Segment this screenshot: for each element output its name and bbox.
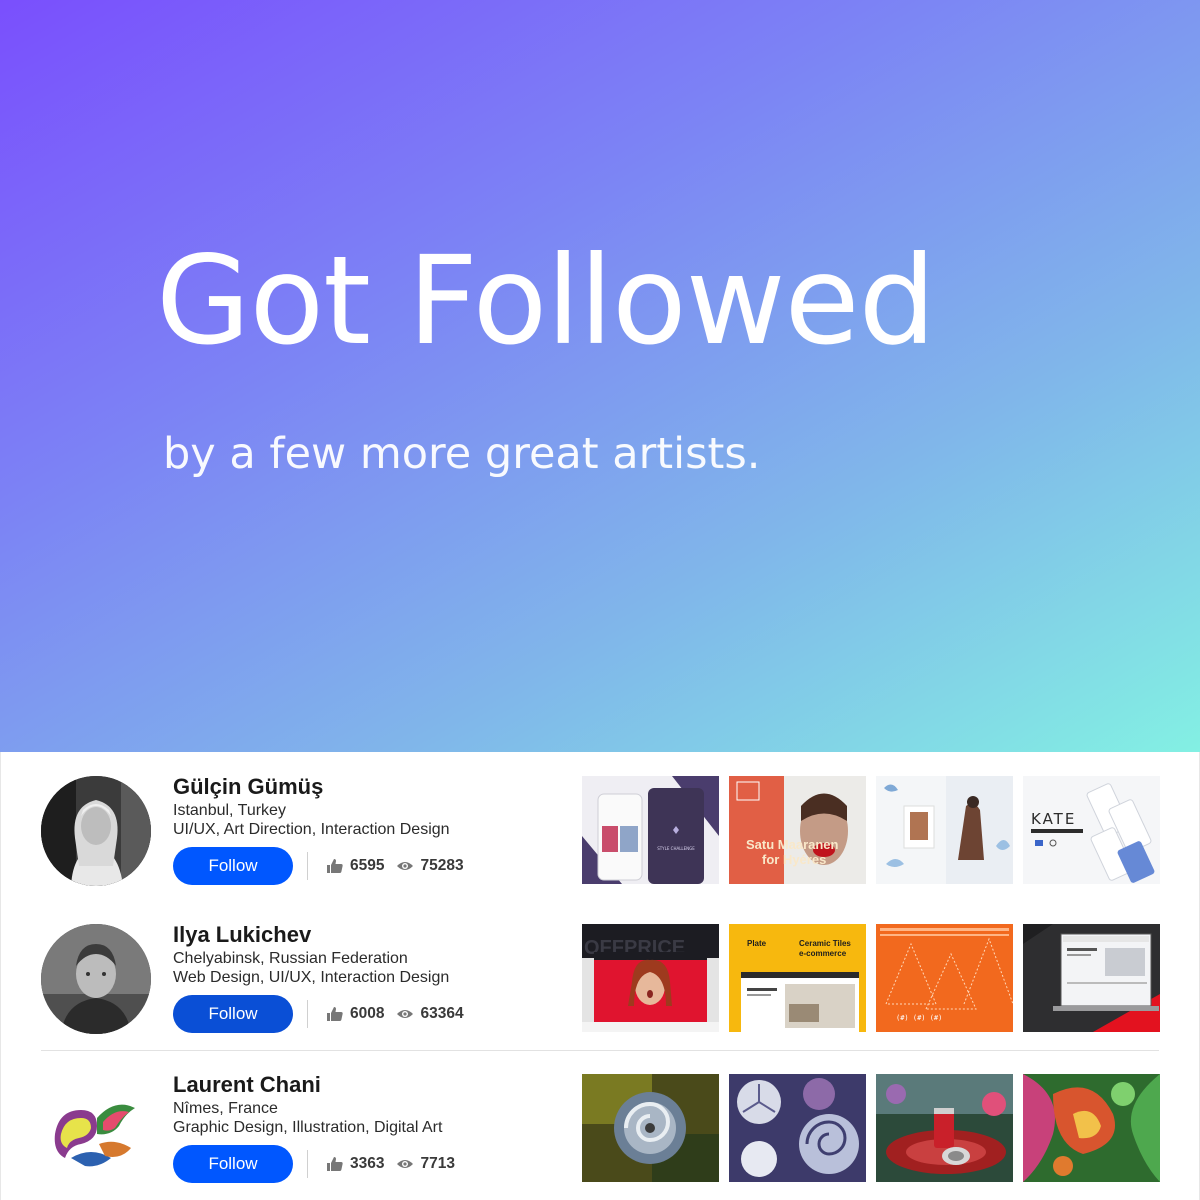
abstract-psychedelic-thumbnail[interactable] — [1023, 1074, 1160, 1182]
avatar[interactable] — [41, 1074, 151, 1184]
artist-name[interactable]: Gülçin Gümüş — [173, 774, 323, 800]
artist-location: Nîmes, France — [173, 1100, 278, 1117]
laptop-website-mockup-thumbnail[interactable] — [1023, 924, 1160, 1032]
kate-ui-kit-thumbnail[interactable]: KATE — [1023, 776, 1160, 884]
hero-subtitle: by a few more great artists. — [163, 429, 761, 479]
artist-stats: 6595 75283 — [326, 852, 464, 880]
fashion-lookbook-thumbnail[interactable] — [876, 776, 1013, 884]
soda-can-digital-art-thumbnail[interactable] — [876, 1074, 1013, 1182]
artist-stats: 3363 7713 — [326, 1150, 455, 1178]
artist-fields: Graphic Design, Illustration, Digital Ar… — [173, 1119, 443, 1136]
fractal-swirl-thumbnail[interactable] — [582, 1074, 719, 1182]
artist-location: Istanbul, Turkey — [173, 802, 286, 819]
stats-divider — [307, 1000, 308, 1028]
artist-location: Chelyabinsk, Russian Federation — [173, 950, 408, 967]
project-thumbnails — [582, 1074, 1160, 1182]
artist-stats: 6008 63364 — [326, 1000, 464, 1028]
hero-title: Got Followed — [156, 230, 936, 372]
svg-text:e-commerce: e-commerce — [799, 949, 847, 958]
hero-banner: Got Followed by a few more great artists… — [0, 0, 1200, 752]
stats-divider — [307, 852, 308, 880]
appreciation-count: 6595 — [350, 857, 385, 874]
orange-ascii-art-thumbnail[interactable]: (#) (#) (#) — [876, 924, 1013, 1032]
surprised-woman-website-thumbnail[interactable]: OFFPRICE — [582, 924, 719, 1032]
follow-button[interactable]: Follow — [173, 995, 293, 1033]
artist-row: Ilya Lukichev Chelyabinsk, Russian Feder… — [1, 900, 1200, 1034]
fractal-snowflake-thumbnail[interactable] — [729, 1074, 866, 1182]
follow-button[interactable]: Follow — [173, 1145, 293, 1183]
svg-text:Plate: Plate — [747, 939, 767, 948]
ceramic-tiles-ecommerce-thumbnail[interactable]: Plate Ceramic Tiles e-commerce — [729, 924, 866, 1032]
artist-list: Gülçin Gümüş Istanbul, Turkey UI/UX, Art… — [0, 752, 1200, 1200]
thumbs-up-icon — [326, 1156, 344, 1172]
view-count: 7713 — [420, 1155, 455, 1172]
appreciation-count: 6008 — [350, 1005, 385, 1022]
avatar[interactable] — [41, 924, 151, 1034]
artist-fields: UI/UX, Art Direction, Interaction Design — [173, 821, 450, 838]
project-thumbnails: OFFPRICE Plate Ceramic Tiles e-commerce — [582, 924, 1160, 1032]
svg-text:for Hyéres: for Hyéres — [762, 852, 826, 867]
eye-icon — [396, 1156, 414, 1172]
thumbs-up-icon — [326, 1006, 344, 1022]
eye-icon — [396, 858, 414, 874]
stats-divider — [307, 1150, 308, 1178]
appreciation-count: 3363 — [350, 1155, 385, 1172]
svg-text:Ceramic Tiles: Ceramic Tiles — [799, 939, 851, 948]
svg-text:Satu Maaranen: Satu Maaranen — [746, 837, 839, 852]
view-count: 75283 — [420, 857, 464, 874]
thumbs-up-icon — [326, 858, 344, 874]
svg-text:(#) (#) (#): (#) (#) (#) — [896, 1014, 942, 1022]
svg-text:KATE: KATE — [1031, 810, 1076, 828]
artist-row: Gülçin Gümüş Istanbul, Turkey UI/UX, Art… — [1, 752, 1200, 886]
eye-icon — [396, 1006, 414, 1022]
red-lips-portrait-thumbnail[interactable]: Satu Maaranen for Hyéres — [729, 776, 866, 884]
mobile-fashion-app-thumbnail[interactable]: STYLE CHALLENGE — [582, 776, 719, 884]
follow-button[interactable]: Follow — [173, 847, 293, 885]
avatar[interactable] — [41, 776, 151, 886]
artist-row: Laurent Chani Nîmes, France Graphic Desi… — [1, 1050, 1200, 1184]
view-count: 63364 — [420, 1005, 464, 1022]
artist-name[interactable]: Laurent Chani — [173, 1072, 321, 1098]
project-thumbnails: STYLE CHALLENGE Satu Maaranen for Hyéres — [582, 776, 1160, 884]
svg-text:STYLE CHALLENGE: STYLE CHALLENGE — [657, 846, 695, 851]
artist-name[interactable]: Ilya Lukichev — [173, 922, 311, 948]
artist-fields: Web Design, UI/UX, Interaction Design — [173, 969, 450, 986]
